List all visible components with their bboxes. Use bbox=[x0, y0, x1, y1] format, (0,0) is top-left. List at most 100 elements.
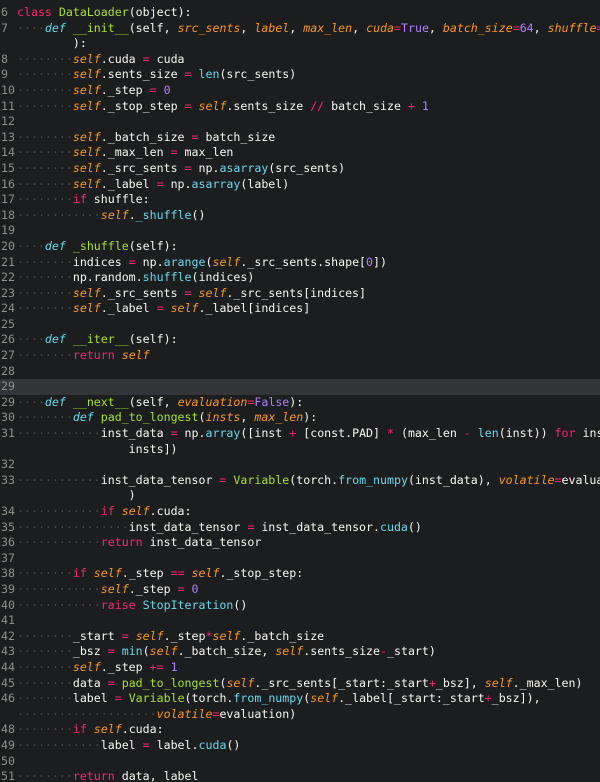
code-line[interactable]: 7 ····def __init__(self, src_sents, label… bbox=[0, 21, 600, 37]
code-line[interactable]: 26 ····def __iter__(self): bbox=[0, 332, 600, 348]
code-token: [const.PAD] bbox=[296, 426, 387, 441]
code-line[interactable]: 21 ········indices = np.arange(self._src_… bbox=[0, 255, 600, 271]
code-line[interactable]: 13 ········self._batch_size = batch_size bbox=[0, 130, 600, 146]
code-line[interactable]: 32 bbox=[0, 457, 600, 473]
code-line[interactable]: 42 ········_start = self._step*self._batc… bbox=[0, 629, 600, 645]
code-line[interactable]: 20 ····def _shuffle(self): bbox=[0, 239, 600, 255]
line-number: 31 bbox=[1, 426, 15, 441]
code-line[interactable]: 30 ········def pad_to_longest(insts, max_… bbox=[0, 410, 600, 426]
code-line[interactable]: 35 ················inst_data_tensor = ins… bbox=[0, 520, 600, 536]
code-line[interactable]: 23 ········self._src_sents = self._src_se… bbox=[0, 286, 600, 302]
code-line[interactable]: 49 ············label = label.cuda() bbox=[0, 738, 600, 754]
code-token: evaluation) bbox=[219, 706, 297, 721]
code-line[interactable]: 44 ········self._step += 1 bbox=[0, 660, 600, 676]
code-line[interactable]: 9 ········self.sents_size = len(src_sents… bbox=[0, 67, 600, 83]
code-line[interactable]: insts]) bbox=[0, 442, 600, 458]
code-line[interactable]: 18 ············self._shuffle() bbox=[0, 208, 600, 224]
code-line[interactable]: 25 bbox=[0, 317, 600, 333]
code-editor[interactable]: 6 class DataLoader(object): 7 ····def __ini… bbox=[0, 0, 600, 782]
code-line[interactable]: 41 bbox=[0, 613, 600, 629]
code-text: ············inst_data_tensor = Variable(… bbox=[16, 473, 600, 489]
line-number: 32 bbox=[1, 457, 15, 472]
code-line[interactable]: 51 ········return data, label bbox=[0, 769, 600, 782]
code-line[interactable]: 10 ········self._step = 0 bbox=[0, 83, 600, 99]
code-line[interactable]: 22 ········np.random.shuffle(indices) bbox=[0, 270, 600, 286]
code-token: ···· bbox=[17, 20, 45, 35]
code-token: ············ bbox=[17, 426, 101, 441]
code-line[interactable]: 24 ········self._label = self._label[indi… bbox=[0, 301, 600, 317]
code-token: ._stop_step bbox=[100, 98, 185, 113]
code-token: = bbox=[184, 67, 192, 82]
code-line[interactable]: 31 ············inst_data = np.array([inst… bbox=[0, 426, 600, 442]
code-token: = bbox=[149, 82, 157, 97]
code-token: ._src_sents[_start:_start bbox=[254, 675, 429, 690]
line-number: 22 bbox=[1, 270, 15, 285]
code-token: self bbox=[170, 301, 199, 316]
code-line[interactable]: 28 bbox=[0, 364, 600, 380]
code-token: ············ bbox=[17, 504, 101, 518]
code-line[interactable]: 15 ········self._src_sents = np.asarray(s… bbox=[0, 161, 600, 177]
code-line[interactable]: 12 bbox=[0, 114, 600, 130]
code-line[interactable]: 39 ············self._step = 0 bbox=[0, 582, 600, 598]
code-line[interactable]: 16 ········self._label = np.asarray(label… bbox=[0, 177, 600, 193]
code-line[interactable]: 45 ········data = pad_to_longest(self._sr… bbox=[0, 676, 600, 692]
code-line[interactable]: 38 ········if self._step == self._stop_st… bbox=[0, 566, 600, 582]
code-line[interactable]: 29 bbox=[0, 379, 600, 395]
code-line[interactable]: 11 ········self._stop_step = self.sents_s… bbox=[0, 99, 600, 115]
code-line[interactable]: 36 ············return inst_data_tensor bbox=[0, 535, 600, 551]
code-line[interactable]: 14 ········self._max_len = max_len bbox=[0, 145, 600, 161]
code-line[interactable]: ) bbox=[0, 488, 600, 504]
code-text: ········self._label = self._label[indice… bbox=[16, 301, 310, 317]
line-number: 48 bbox=[1, 722, 15, 737]
code-token: = bbox=[170, 145, 178, 160]
code-text: ) bbox=[16, 488, 136, 504]
code-text: ········self._label = np.asarray(label) bbox=[16, 177, 289, 193]
code-token: self bbox=[72, 67, 101, 82]
code-line[interactable]: 48 ········if self.cuda: bbox=[0, 722, 600, 738]
code-token: ···· bbox=[17, 394, 45, 409]
code-line[interactable]: 19 bbox=[0, 223, 600, 239]
code-token: pad_to_longest bbox=[121, 675, 220, 690]
code-line[interactable]: 8 ········self.cuda = cuda bbox=[0, 52, 600, 68]
code-line[interactable]: 34 ············if self.cuda: bbox=[0, 504, 600, 520]
code-line[interactable]: 40 ············raise StopIteration() bbox=[0, 598, 600, 614]
code-token: self bbox=[198, 285, 227, 300]
code-text: ········if shuffle: bbox=[16, 192, 150, 208]
code-token: shuffle: bbox=[86, 192, 150, 207]
line-number: 38 bbox=[1, 566, 15, 581]
code-token: self bbox=[72, 176, 101, 191]
code-line[interactable]: ): bbox=[0, 36, 600, 52]
code-line[interactable]: 6 class DataLoader(object): bbox=[0, 5, 600, 21]
code-token: ········ bbox=[17, 129, 73, 144]
code-line[interactable]: 37 bbox=[0, 551, 600, 567]
code-token: label bbox=[100, 737, 143, 752]
code-text: ········data = pad_to_longest(self._src_… bbox=[16, 676, 582, 692]
code-line[interactable]: 17 ········if shuffle: bbox=[0, 192, 600, 208]
line-number: 27 bbox=[1, 348, 15, 363]
code-text: ····················volatile=evaluation) bbox=[16, 707, 296, 723]
code-token: pad_to_longest bbox=[100, 410, 199, 425]
code-line[interactable]: 50 bbox=[0, 754, 600, 770]
code-token: ········ bbox=[17, 301, 73, 316]
code-token: = bbox=[121, 628, 129, 643]
code-text: ············label = label.cuda() bbox=[16, 738, 240, 754]
code-line[interactable]: ····················volatile=evaluation) bbox=[0, 707, 600, 723]
code-token: ········ bbox=[17, 691, 73, 706]
line-number: 35 bbox=[1, 519, 15, 534]
code-token: ········ bbox=[17, 285, 73, 300]
code-token: ([inst bbox=[240, 426, 290, 441]
code-line[interactable]: 46 ········label = Variable(torch.from_nu… bbox=[0, 691, 600, 707]
code-line[interactable]: 33 ············inst_data_tensor = Variabl… bbox=[0, 473, 600, 489]
code-token: ········ bbox=[17, 254, 73, 269]
code-token: + bbox=[428, 675, 436, 690]
code-token: True bbox=[401, 20, 429, 35]
code-line[interactable]: 29 ····def __next__(self, evaluation=Fals… bbox=[0, 395, 600, 411]
code-token: , bbox=[289, 20, 304, 35]
code-line[interactable]: 27 ········return self bbox=[0, 348, 600, 364]
code-line[interactable]: 43 ········_bsz = min(self._batch_size, s… bbox=[0, 644, 600, 660]
line-number: 33 bbox=[1, 472, 15, 487]
code-area[interactable]: 6 class DataLoader(object): 7 ····def __ini… bbox=[0, 5, 600, 782]
